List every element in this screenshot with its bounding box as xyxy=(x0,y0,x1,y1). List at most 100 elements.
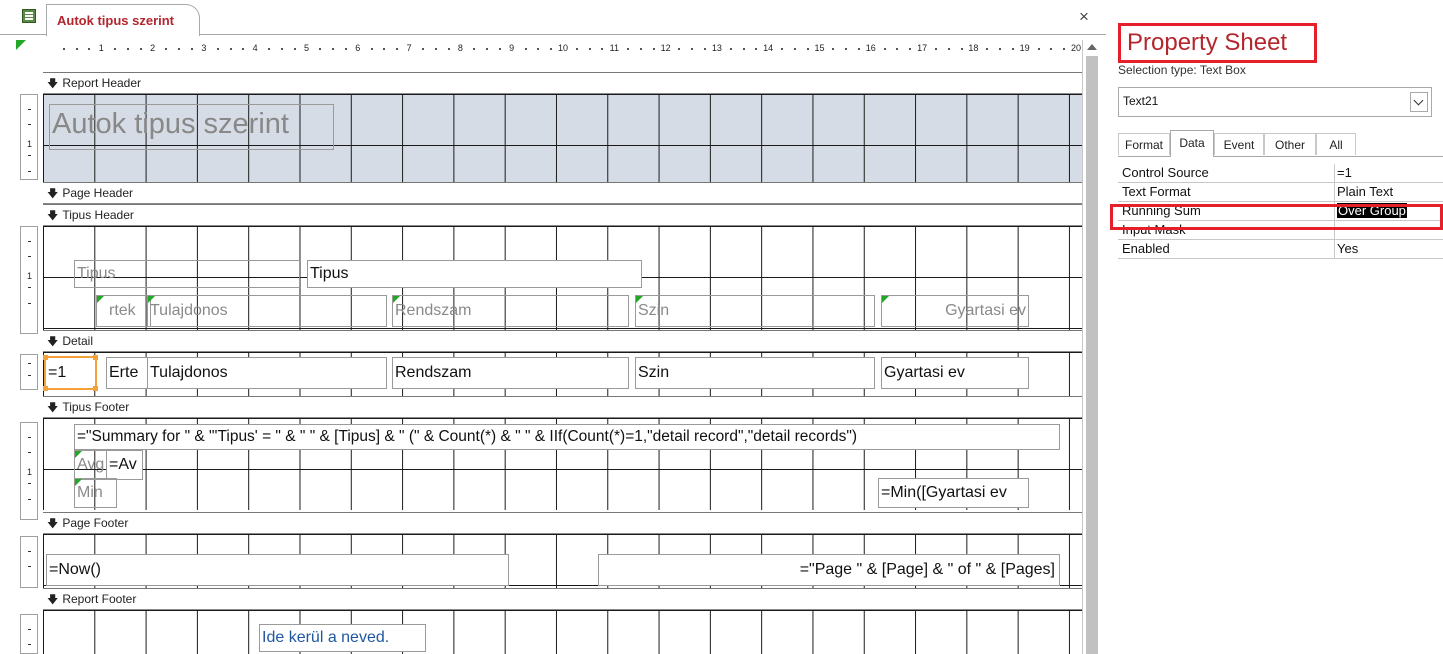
ruler-number: 12 xyxy=(660,43,671,53)
ruler-corner[interactable] xyxy=(16,40,42,58)
ruler-tick xyxy=(447,48,450,50)
ruler-tick xyxy=(806,48,809,50)
property-row-enabled[interactable]: Enabled Yes xyxy=(1118,240,1443,259)
ruler-tick xyxy=(319,48,322,50)
now-textbox[interactable]: =Now() xyxy=(46,554,509,586)
ruler-number: 4 xyxy=(252,43,258,53)
ruler-tick xyxy=(845,48,848,50)
tulajdonos-label[interactable]: Tulajdonos xyxy=(147,295,387,327)
ruler-tick xyxy=(178,48,181,50)
section-label: Report Footer xyxy=(62,592,137,606)
resize-handle[interactable] xyxy=(93,386,98,391)
ruler-number: 9 xyxy=(509,43,515,53)
tab-event[interactable]: Event xyxy=(1214,133,1264,155)
min-textbox[interactable]: =Min([Gyartasi ev xyxy=(878,478,1029,508)
section-bar-report-footer[interactable]: 🡇 Report Footer xyxy=(43,588,1082,610)
scrollbar-thumb[interactable] xyxy=(1086,56,1098,654)
page-number-textbox[interactable]: ="Page " & [Page] & " of " & [Pages] xyxy=(598,554,1060,586)
ruler-tick xyxy=(729,48,732,50)
szin-label[interactable]: Szin xyxy=(635,295,875,327)
tulajdonos-textbox[interactable]: Tulajdonos xyxy=(147,357,387,389)
selection-type-label: Selection type: Text Box xyxy=(1118,63,1246,77)
control-selector-dropdown[interactable]: Text21 xyxy=(1118,87,1432,117)
property-value[interactable]: =1 xyxy=(1334,164,1443,182)
error-indicator-icon xyxy=(97,296,104,303)
ruler-number: 1 xyxy=(27,139,33,149)
ruler-tick xyxy=(652,48,655,50)
rendszam-label[interactable]: Rendszam xyxy=(392,295,629,327)
ruler-number: 18 xyxy=(968,43,979,53)
section-bar-detail[interactable]: 🡇 Detail xyxy=(43,330,1082,352)
ruler-tick xyxy=(1050,48,1053,50)
name-textbox[interactable]: Ide kerül a neved. xyxy=(259,624,426,652)
resize-handle[interactable] xyxy=(93,355,98,360)
tab-other[interactable]: Other xyxy=(1264,133,1316,155)
ruler-number: 2 xyxy=(150,43,156,53)
document-tab[interactable]: Autok tipus szerint xyxy=(46,4,200,36)
ruler-number: 8 xyxy=(457,43,463,53)
report-footer-section[interactable]: Ide kerül a neved. xyxy=(43,610,1082,654)
tipus-footer-section[interactable]: ="Summary for " & "'Tipus' = " & " " & [… xyxy=(43,418,1082,510)
tipus-label[interactable]: Tipus xyxy=(74,260,300,288)
tab-all[interactable]: All xyxy=(1316,133,1356,155)
report-title-label[interactable]: Autok tipus szerint xyxy=(49,104,334,150)
error-indicator-icon xyxy=(393,296,400,303)
error-indicator-icon xyxy=(636,296,643,303)
tab-format[interactable]: Format xyxy=(1118,133,1170,155)
rendszam-textbox[interactable]: Rendszam xyxy=(392,357,629,389)
document-tab-bar: Autok tipus szerint × xyxy=(0,0,1106,36)
ruler-number: 13 xyxy=(711,43,722,53)
ruler-tick xyxy=(486,48,489,50)
section-bar-report-header[interactable]: 🡇 Report Header xyxy=(43,72,1082,94)
counter-textbox-selected[interactable]: =1 xyxy=(44,356,97,390)
detail-section[interactable]: =1 Erte Tulajdonos Rendszam Szin Gyartas… xyxy=(43,352,1082,396)
vertical-ruler[interactable]: 1 1 1 xyxy=(16,58,42,654)
tab-data[interactable]: Data xyxy=(1170,130,1214,157)
section-bar-page-footer[interactable]: 🡇 Page Footer xyxy=(43,512,1082,534)
ruler-number: 11 xyxy=(609,43,619,53)
ruler-number: 3 xyxy=(201,43,207,53)
ruler-number: 16 xyxy=(865,43,876,53)
ruler-tick xyxy=(242,48,245,50)
tipus-textbox[interactable]: Tipus xyxy=(307,260,642,288)
ertek-textbox[interactable]: Erte xyxy=(106,357,148,389)
ruler-tick xyxy=(293,48,296,50)
page-footer-section[interactable]: =Now() ="Page " & [Page] & " of " & [Pag… xyxy=(43,534,1082,588)
report-header-section[interactable]: Autok tipus szerint xyxy=(43,94,1082,182)
ruler-tick xyxy=(742,48,745,50)
summary-textbox[interactable]: ="Summary for " & "'Tipus' = " & " " & [… xyxy=(74,424,1060,450)
property-row-control-source[interactable]: Control Source =1 xyxy=(1118,164,1443,183)
tipus-header-section[interactable]: Tipus Tipus rtek Tulajdonos Rendszam Szi… xyxy=(43,226,1082,330)
section-bar-page-header[interactable]: 🡇 Page Header xyxy=(43,182,1082,204)
gyartasi-ev-textbox[interactable]: Gyartasi ev xyxy=(881,357,1029,389)
ruler-number: 5 xyxy=(303,43,309,53)
ruler-tick xyxy=(421,48,424,50)
horizontal-ruler[interactable]: 1 2 3 4 5 6 7 8 9 10 11 12 13 14 15 16 17 18 19 20 xyxy=(42,40,1082,58)
scroll-up-icon[interactable] xyxy=(1087,44,1097,50)
avg-label[interactable]: Avg xyxy=(74,450,107,480)
select-report-icon xyxy=(16,40,26,50)
resize-handle[interactable] xyxy=(43,355,48,360)
ruler-number: 1 xyxy=(27,271,33,281)
ruler-segment-tipus-footer: 1 xyxy=(20,422,38,520)
section-bar-tipus-footer[interactable]: 🡇 Tipus Footer xyxy=(43,396,1082,418)
property-row-text-format[interactable]: Text Format Plain Text xyxy=(1118,183,1443,202)
ruler-number: 1 xyxy=(27,467,33,477)
min-label[interactable]: Min xyxy=(74,478,117,508)
section-label: Page Footer xyxy=(62,516,129,530)
avg-textbox[interactable]: =Av xyxy=(106,450,143,480)
vertical-scrollbar[interactable] xyxy=(1082,40,1103,654)
chevron-down-icon[interactable] xyxy=(1410,92,1428,112)
szin-textbox[interactable]: Szin xyxy=(635,357,875,389)
section-arrow-icon: 🡇 xyxy=(47,188,59,200)
close-icon[interactable]: × xyxy=(1079,7,1089,27)
ruler-tick xyxy=(960,48,963,50)
gyartasi-ev-label[interactable]: Gyartasi ev xyxy=(881,295,1029,327)
section-bar-tipus-header[interactable]: 🡇 Tipus Header xyxy=(43,204,1082,226)
property-value[interactable]: Yes xyxy=(1334,240,1443,258)
section-label: Report Header xyxy=(62,76,142,90)
section-arrow-icon: 🡇 xyxy=(47,210,59,222)
resize-handle[interactable] xyxy=(43,386,48,391)
property-value[interactable]: Plain Text xyxy=(1334,183,1443,201)
ertek-label[interactable]: rtek xyxy=(96,295,151,327)
